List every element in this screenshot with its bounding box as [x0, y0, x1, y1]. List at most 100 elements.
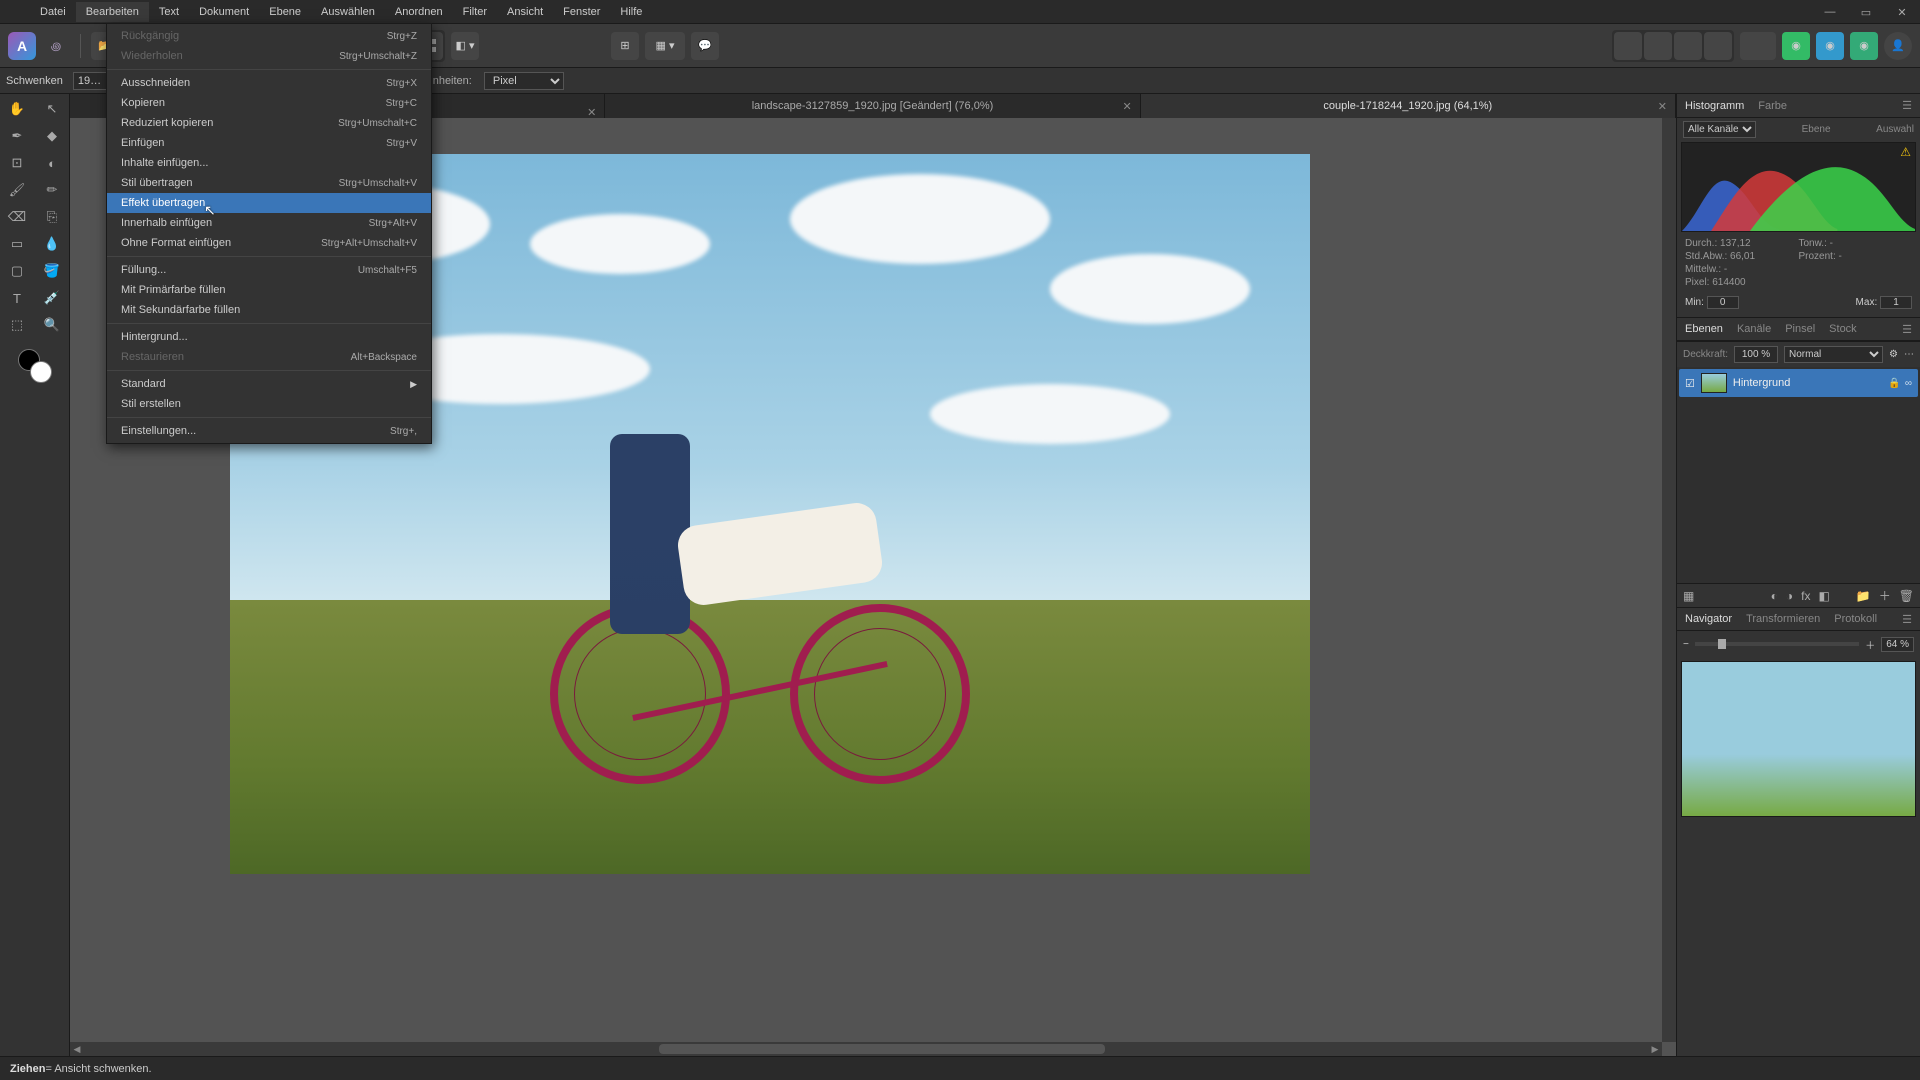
menu-item[interactable]: Ohne Format einfügenStrg+Alt+Umschalt+V — [107, 233, 431, 253]
tb-dark5[interactable] — [1740, 32, 1776, 60]
tab-brushes[interactable]: Pinsel — [1785, 323, 1815, 335]
maximize-button[interactable]: ▭ — [1848, 0, 1884, 24]
tb-grid-dropdown[interactable]: ▦ ▾ — [645, 32, 685, 60]
menu-item[interactable]: Effekt übertragen — [107, 193, 431, 213]
node-icon[interactable]: ◆ — [35, 123, 69, 149]
document-tab[interactable]: couple-1718244_1920.jpg (64,1%)✕ — [1141, 94, 1676, 118]
link-icon[interactable]: ∞ — [1905, 378, 1912, 389]
menu-item[interactable]: Einstellungen...Strg+, — [107, 421, 431, 441]
pen-icon[interactable]: ✒ — [0, 123, 34, 149]
tb-dark1[interactable] — [1614, 32, 1642, 60]
brush-icon[interactable]: 🖌 — [0, 177, 34, 203]
adjust-icon[interactable]: ◑ — [1786, 589, 1793, 603]
zoom-icon[interactable]: 🔍 — [35, 312, 69, 338]
menu-item[interactable]: Hintergrund... — [107, 327, 431, 347]
close-tab-icon[interactable]: ✕ — [1122, 100, 1131, 113]
close-button[interactable]: ✕ — [1884, 0, 1920, 24]
menu-filter[interactable]: Filter — [453, 2, 497, 22]
add-layer-icon[interactable]: ＋ — [1879, 587, 1891, 604]
layer-more-icon[interactable]: ⋯ — [1904, 349, 1914, 360]
menu-anordnen[interactable]: Anordnen — [385, 2, 453, 22]
menu-hilfe[interactable]: Hilfe — [610, 2, 652, 22]
histo-min-input[interactable] — [1707, 296, 1739, 309]
menu-item[interactable]: Reduziert kopierenStrg+Umschalt+C — [107, 113, 431, 133]
menu-item[interactable]: KopierenStrg+C — [107, 93, 431, 113]
color-swatches[interactable] — [0, 339, 69, 392]
navigator-thumbnail[interactable] — [1681, 661, 1916, 817]
layer-row[interactable]: ☑ Hintergrund 🔒∞ — [1679, 369, 1918, 397]
tb-globe2-icon[interactable]: ◉ — [1816, 32, 1844, 60]
tb-comment-icon[interactable]: 💬 — [691, 32, 719, 60]
histo-max-input[interactable] — [1880, 296, 1912, 309]
mesh-icon[interactable]: ⬚ — [0, 312, 34, 338]
menu-ebene[interactable]: Ebene — [259, 2, 311, 22]
layer-settings-icon[interactable]: ⚙ — [1889, 349, 1898, 360]
opacity-input[interactable] — [1734, 346, 1778, 363]
menu-text[interactable]: Text — [149, 2, 189, 22]
zoom-out-icon[interactable]: − — [1683, 639, 1689, 650]
minimize-button[interactable]: — — [1812, 0, 1848, 24]
tb-globe3-icon[interactable]: ◉ — [1850, 32, 1878, 60]
clone-icon[interactable]: ⎘ — [35, 204, 69, 230]
persona-liquify-icon[interactable]: ꩜ — [42, 32, 70, 60]
delete-layer-icon[interactable]: 🗑 — [1899, 589, 1914, 603]
tab-transform[interactable]: Transformieren — [1746, 613, 1820, 625]
scrollbar-vertical[interactable] — [1662, 118, 1676, 1042]
tb-dark4[interactable] — [1704, 32, 1732, 60]
pencil-icon[interactable]: ✏ — [35, 177, 69, 203]
menu-bearbeiten[interactable]: Bearbeiten — [76, 2, 149, 22]
channel-select[interactable]: Alle Kanäle — [1683, 121, 1756, 138]
visibility-icon[interactable]: ☑ — [1685, 377, 1695, 390]
zoom-slider[interactable] — [1695, 642, 1859, 646]
layer-view-icon[interactable]: ▦ — [1683, 589, 1694, 603]
scrollbar-horizontal[interactable]: ◀▶ — [70, 1042, 1662, 1056]
menu-ansicht[interactable]: Ansicht — [497, 2, 553, 22]
menu-item[interactable]: Innerhalb einfügenStrg+Alt+V — [107, 213, 431, 233]
panel-menu-icon[interactable]: ☰ — [1902, 323, 1912, 336]
units-select[interactable]: Pixel — [484, 72, 564, 90]
blend-icon[interactable]: ◧ — [1818, 589, 1829, 603]
menu-item[interactable]: Mit Sekundärfarbe füllen — [107, 300, 431, 320]
menu-item[interactable]: EinfügenStrg+V — [107, 133, 431, 153]
menu-item[interactable]: Stil erstellen — [107, 394, 431, 414]
account-avatar[interactable]: 👤 — [1884, 32, 1912, 60]
document-tab[interactable]: landscape-3127859_1920.jpg [Geändert] (7… — [605, 94, 1140, 118]
blend-mode-select[interactable]: Normal — [1784, 346, 1883, 363]
tab-color[interactable]: Farbe — [1758, 100, 1787, 112]
shape-icon[interactable]: ▢ — [0, 258, 34, 284]
fx-icon[interactable]: fx — [1801, 589, 1810, 603]
crop-icon[interactable]: ⊡ — [0, 150, 34, 176]
tb-globe1-icon[interactable]: ◉ — [1782, 32, 1810, 60]
tab-layers[interactable]: Ebenen — [1685, 323, 1723, 335]
menu-item[interactable]: Füllung...Umschalt+F5 — [107, 260, 431, 280]
tb-crop-dropdown[interactable]: ◧ ▾ — [451, 32, 479, 60]
menu-item[interactable]: Standard▶ — [107, 374, 431, 394]
text-icon[interactable]: T — [0, 285, 34, 311]
menu-datei[interactable]: Datei — [30, 2, 76, 22]
mode-ebene[interactable]: Ebene — [1802, 124, 1831, 135]
menu-item[interactable]: Stil übertragenStrg+Umschalt+V — [107, 173, 431, 193]
eraser-icon[interactable]: ⌫ — [0, 204, 34, 230]
tab-channels[interactable]: Kanäle — [1737, 323, 1771, 335]
tab-histogram[interactable]: Histogramm — [1685, 100, 1744, 112]
menu-item[interactable]: AusschneidenStrg+X — [107, 73, 431, 93]
warning-icon[interactable]: ⚠ — [1900, 145, 1911, 159]
close-tab-icon[interactable]: ✕ — [1658, 100, 1667, 113]
folder-icon[interactable]: 📁 — [1856, 589, 1871, 603]
tab-stock[interactable]: Stock — [1829, 323, 1857, 335]
panel-menu-icon[interactable]: ☰ — [1902, 99, 1912, 112]
tab-history[interactable]: Protokoll — [1834, 613, 1877, 625]
zoom-input[interactable] — [73, 72, 107, 90]
menu-item[interactable]: Inhalte einfügen... — [107, 153, 431, 173]
blur-icon[interactable]: 💧 — [35, 231, 69, 257]
panel-menu-icon[interactable]: ☰ — [1902, 613, 1912, 626]
lock-icon[interactable]: 🔒 — [1888, 378, 1900, 389]
menu-fenster[interactable]: Fenster — [553, 2, 610, 22]
tb-transform-icon[interactable]: ⊞ — [611, 32, 639, 60]
hand-icon[interactable]: ✋ — [0, 96, 34, 122]
tb-dark2[interactable] — [1644, 32, 1672, 60]
menu-dokument[interactable]: Dokument — [189, 2, 259, 22]
menu-item[interactable]: Mit Primärfarbe füllen — [107, 280, 431, 300]
mode-auswahl[interactable]: Auswahl — [1876, 124, 1914, 135]
tb-dark3[interactable] — [1674, 32, 1702, 60]
